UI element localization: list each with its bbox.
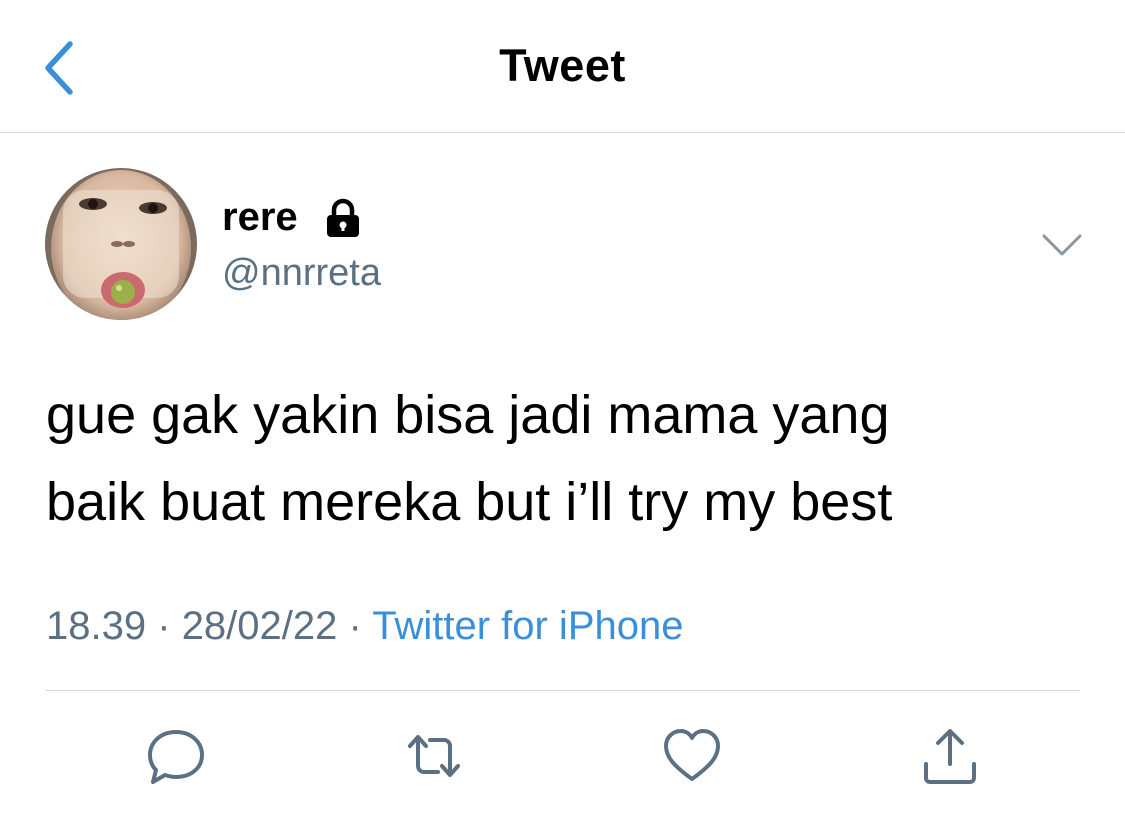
avatar[interactable] xyxy=(45,168,197,320)
like-icon xyxy=(664,729,720,781)
lock-icon xyxy=(322,197,364,239)
meta-separator: · xyxy=(348,604,362,648)
author-name[interactable]: rere xyxy=(222,195,298,240)
tweet-date: 28/02/22 xyxy=(181,604,338,648)
retweet-button[interactable] xyxy=(402,724,466,788)
reply-button[interactable] xyxy=(144,724,208,788)
retweet-icon xyxy=(408,735,460,777)
like-button[interactable] xyxy=(660,724,724,788)
tweet-meta: 18.39 · 28/02/22 · Twitter for iPhone xyxy=(46,604,683,649)
more-button[interactable] xyxy=(1040,226,1084,262)
chevron-down-icon xyxy=(1042,234,1082,256)
meta-separator: · xyxy=(157,604,171,648)
tweet-text-line: baik buat mereka but i’ll try my best xyxy=(46,472,893,532)
share-icon xyxy=(924,729,976,784)
share-button[interactable] xyxy=(918,724,982,788)
reply-icon xyxy=(148,730,204,784)
divider xyxy=(46,690,1080,691)
author-handle[interactable]: @nnrreta xyxy=(222,252,381,295)
nav-header: Tweet xyxy=(0,0,1125,133)
page-title: Tweet xyxy=(499,40,626,91)
tweet-text-line: gue gak yakin bisa jadi mama yang xyxy=(46,385,890,445)
tweet-text: gue gak yakin bisa jadi mama yang baik b… xyxy=(46,372,1086,546)
tweet-time: 18.39 xyxy=(46,604,147,648)
tweet-source-link[interactable]: Twitter for iPhone xyxy=(372,604,683,648)
